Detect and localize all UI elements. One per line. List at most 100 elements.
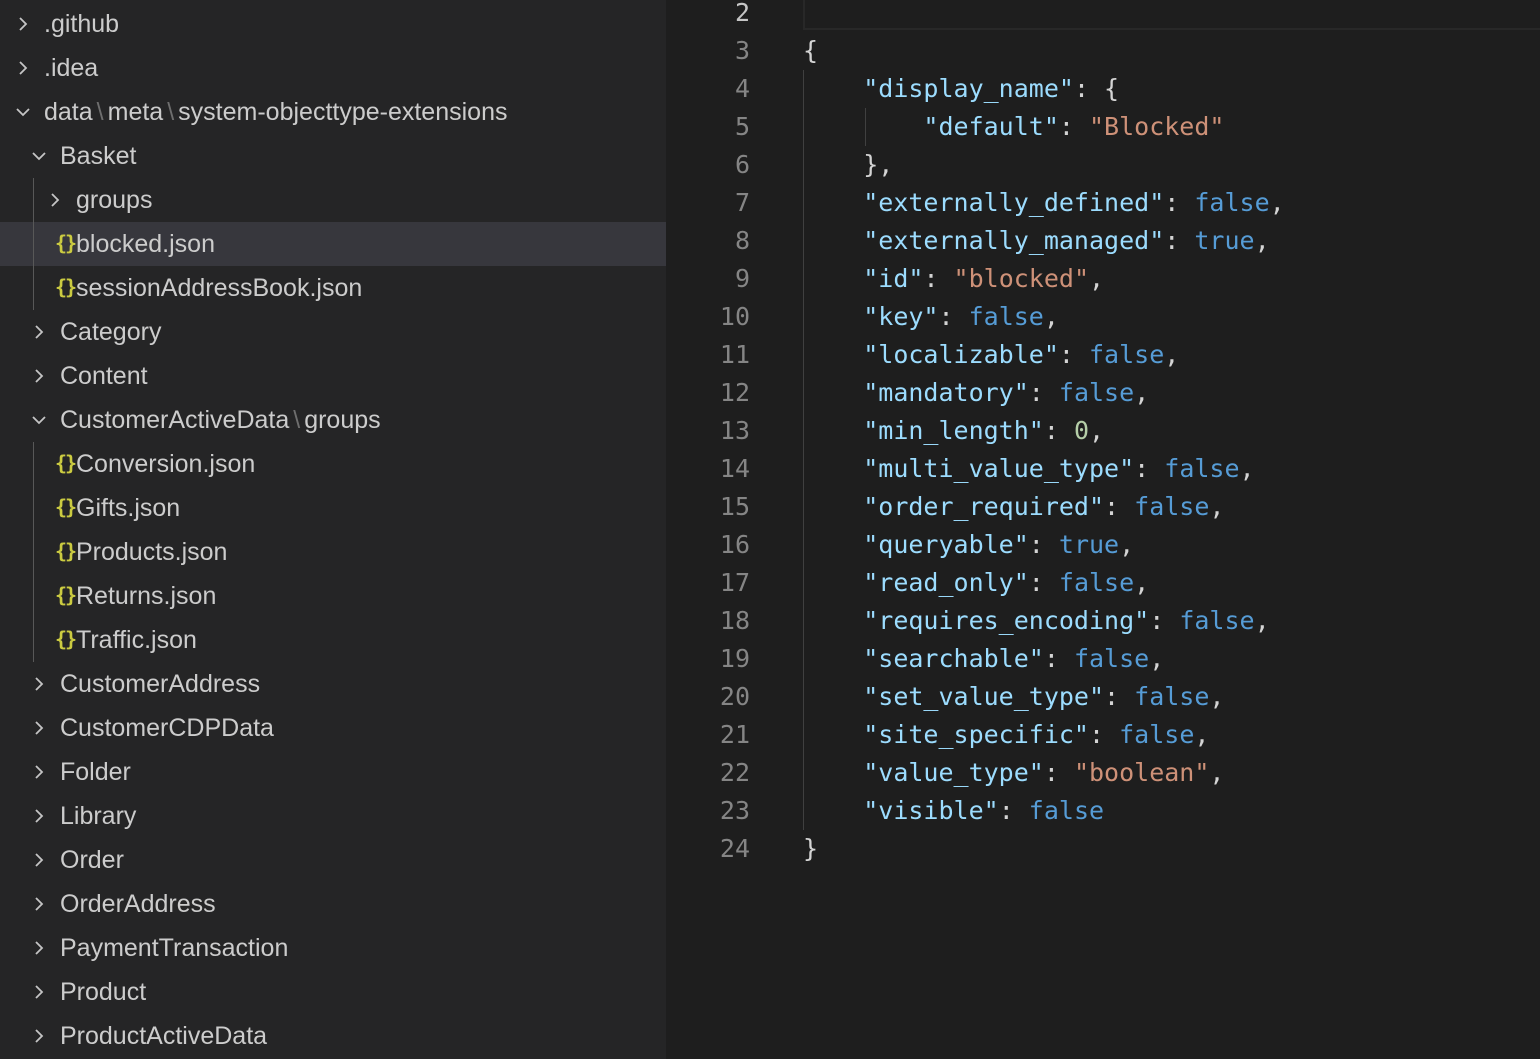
folder-item-category[interactable]: Category [0,310,666,354]
chevron-right-icon[interactable] [29,838,49,882]
code-line[interactable]: "key": false, [803,298,1059,336]
file-item-conversion-json[interactable]: {} Conversion.json [0,442,666,486]
json-punctuation [803,378,863,407]
code-line[interactable]: "localizable": false, [803,336,1179,374]
line-number: 18 [719,606,750,635]
code-line[interactable]: "searchable": false, [803,640,1164,678]
json-punctuation [803,188,863,217]
json-key: "queryable" [863,530,1029,559]
line-number: 7 [734,188,750,217]
chevron-down-icon[interactable] [29,134,49,178]
json-punctuation: : [1043,416,1074,445]
chevron-right-icon[interactable] [29,706,49,750]
file-item-returns-json[interactable]: {} Returns.json [0,574,666,618]
chevron-right-icon[interactable] [13,2,33,46]
code-line[interactable]: "set_value_type": false, [803,678,1224,716]
chevron-right-icon[interactable] [29,662,49,706]
file-item-gifts-json[interactable]: {} Gifts.json [0,486,666,530]
code-line[interactable]: "mandatory": false, [803,374,1149,412]
chevron-right-icon[interactable] [29,354,49,398]
chevron-down-icon[interactable] [29,398,49,442]
folder-item-basket[interactable]: Basket [0,134,666,178]
json-punctuation [803,74,863,103]
json-punctuation: : [1043,644,1074,673]
code-line[interactable]: "visible": false [803,792,1104,830]
code-line[interactable]: "externally_defined": false, [803,184,1284,222]
chevron-right-icon[interactable] [29,926,49,970]
json-punctuation: , [1209,682,1225,711]
json-punctuation: , [1134,378,1150,407]
folder-item-library[interactable]: Library [0,794,666,838]
code-line[interactable]: { [803,32,818,70]
json-key: "set_value_type" [863,682,1105,711]
json-punctuation: , [1119,530,1135,559]
tree-item-label: CustomerAddress [60,670,261,698]
json-file-icon: {} [55,275,77,299]
code-line[interactable]: "min_length": 0, [803,412,1104,450]
folder-item-github[interactable]: .github [0,2,666,46]
chevron-right-icon[interactable] [29,750,49,794]
code-editor[interactable]: 2 3{4 "display_name": {5 "default": "Bloc… [666,0,1540,1059]
json-file-icon: {} [55,627,77,651]
chevron-right-icon[interactable] [13,46,33,90]
code-line[interactable]: "externally_managed": true, [803,222,1269,260]
path-separator: \ [293,406,301,434]
folder-item-groups[interactable]: groups [0,178,666,222]
code-line[interactable]: "read_only": false, [803,564,1149,602]
file-item-traffic-json[interactable]: {} Traffic.json [0,618,666,662]
folder-item-orderaddress[interactable]: OrderAddress [0,882,666,926]
code-line[interactable]: "site_specific": false, [803,716,1209,754]
json-key: "mandatory" [863,378,1029,407]
code-line[interactable]: "id": "blocked", [803,260,1104,298]
code-line[interactable]: }, [803,146,893,184]
json-boolean: true [1058,530,1120,559]
folder-item-customeraddress[interactable]: CustomerAddress [0,662,666,706]
chevron-right-icon[interactable] [29,882,49,926]
code-line[interactable]: } [803,830,818,868]
tree-indent-guide [33,442,34,662]
folder-item-order[interactable]: Order [0,838,666,882]
json-punctuation: : [998,796,1029,825]
json-punctuation: , [1239,454,1255,483]
folder-item-content[interactable]: Content [0,354,666,398]
json-file-icon: {} [55,451,77,475]
code-line[interactable]: "multi_value_type": false, [803,450,1255,488]
json-boolean: true [1194,226,1255,255]
chevron-down-icon[interactable] [13,90,33,134]
folder-item-customercdpdata[interactable]: CustomerCDPData [0,706,666,750]
json-string: "Blocked" [1089,112,1225,141]
folder-item-data-meta-system-objecttype-extensions[interactable]: data \ meta \ system-objecttype-extensions [0,90,666,134]
file-item-products-json[interactable]: {} Products.json [0,530,666,574]
json-key: "display_name" [863,74,1074,103]
file-item-blocked-json[interactable]: {} blocked.json [0,222,666,266]
folder-item-paymenttransaction[interactable]: PaymentTransaction [0,926,666,970]
json-key: "key" [863,302,939,331]
code-line[interactable]: "display_name": { [803,70,1119,108]
chevron-right-icon[interactable] [29,1014,49,1058]
tree-item-label: Product [60,978,147,1006]
json-boolean: false [1058,568,1135,597]
json-punctuation: , [1043,302,1059,331]
json-punctuation: , [1254,606,1270,635]
json-boolean: false [1134,492,1210,521]
chevron-right-icon[interactable] [29,970,49,1014]
folder-item-idea[interactable]: .idea [0,46,666,90]
chevron-right-icon[interactable] [29,794,49,838]
folder-item-productactivedata[interactable]: ProductActiveData [0,1014,666,1058]
json-punctuation: , [1209,758,1225,787]
line-number: 12 [719,378,750,407]
code-line[interactable]: "requires_encoding": false, [803,602,1270,640]
file-item-sessionaddressbook-json[interactable]: {} sessionAddressBook.json [0,266,666,310]
folder-item-product[interactable]: Product [0,970,666,1014]
json-punctuation [803,644,863,673]
folder-item-customeractivedata-groups[interactable]: CustomerActiveData \ groups [0,398,666,442]
json-boolean: false [1058,378,1135,407]
code-line[interactable]: "queryable": true, [803,526,1134,564]
chevron-right-icon[interactable] [29,310,49,354]
line-number: 22 [719,758,750,787]
code-line[interactable]: "value_type": "boolean", [803,754,1224,792]
code-line[interactable]: "default": "Blocked" [803,108,1224,146]
folder-item-folder[interactable]: Folder [0,750,666,794]
code-line[interactable]: "order_required": false, [803,488,1224,526]
chevron-right-icon[interactable] [45,178,65,222]
